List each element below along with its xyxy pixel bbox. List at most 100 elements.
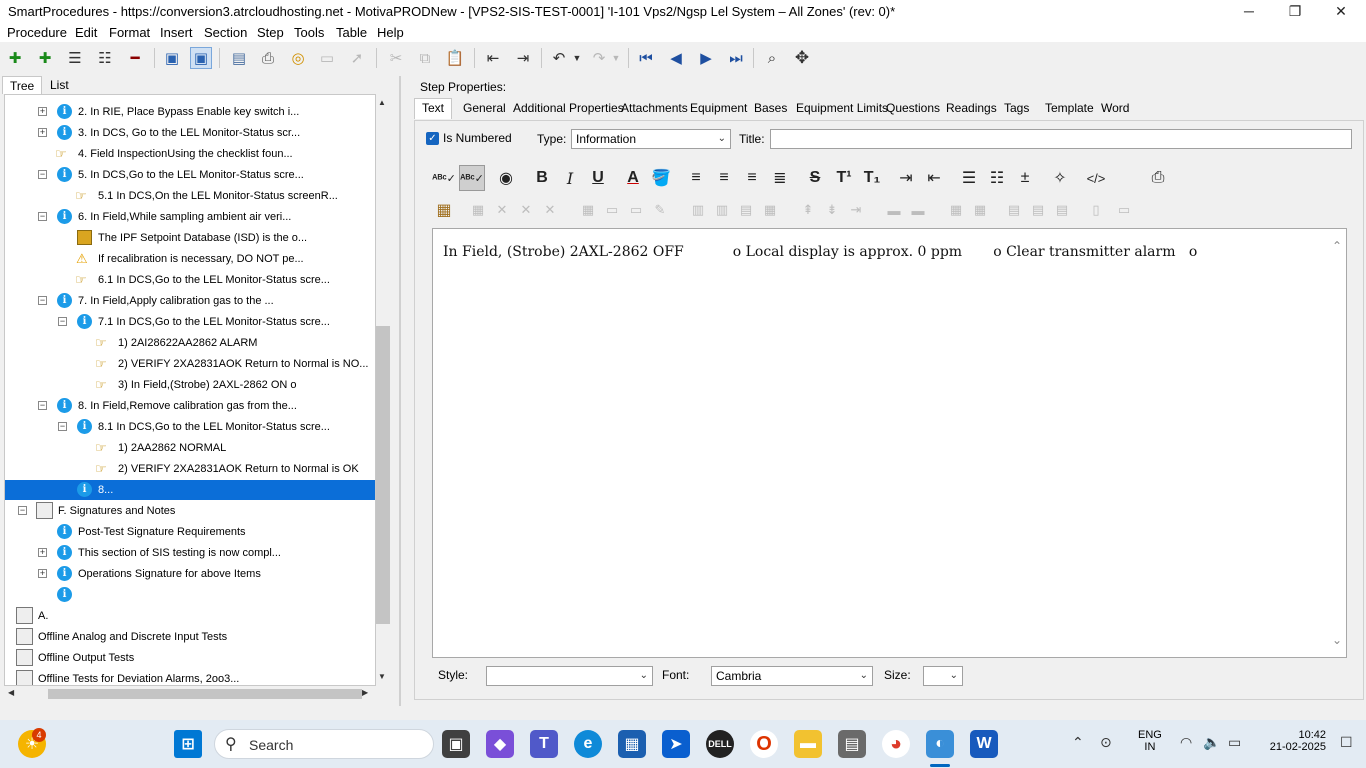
subscript-icon[interactable]: T₁ [859,165,885,191]
collapse-icon[interactable]: − [38,296,47,305]
justify-icon[interactable]: ≣ [767,165,793,191]
chevron-up-icon[interactable]: ⌃ [1072,734,1084,751]
menu-format[interactable]: Format [109,25,150,40]
last-icon[interactable]: ⏭ [725,47,747,69]
is-numbered-checkbox[interactable]: ✓ [426,132,439,145]
menu-step[interactable]: Step [257,25,284,40]
notifications-icon[interactable]: ☐ [1340,734,1353,751]
remote-app-icon[interactable]: ▤ [838,730,866,758]
paste-icon[interactable]: 📋 [444,47,466,69]
tree-row[interactable]: The IPF Setpoint Database (ISD) is the o… [5,228,375,248]
scroll-down-icon[interactable]: ⌄ [1332,633,1342,647]
table-tool-icon[interactable]: ▯ [1083,197,1109,223]
font-color-icon[interactable]: A [620,165,646,191]
next-icon[interactable]: ▶ [695,47,717,69]
tree-row[interactable]: − i 8.1 In DCS,Go to the LEL Monitor-Sta… [5,417,375,437]
menu-tools[interactable]: Tools [294,25,324,40]
collapse-icon[interactable]: − [38,401,47,410]
task-view-icon[interactable]: ▣ [442,730,470,758]
scroll-up-icon[interactable]: ▲ [378,98,386,107]
tree-row[interactable]: Offline Analog and Discrete Input Tests [5,627,375,647]
underline-icon[interactable]: U [585,165,611,191]
power-automate-icon[interactable]: ➤ [662,730,690,758]
tree-row[interactable]: Offline Output Tests [5,648,375,668]
collapse-icon[interactable]: − [38,170,47,179]
insert-line-icon[interactable]: ± [1012,165,1038,191]
tree-row[interactable]: ☞ 6.1 In DCS,Go to the LEL Monitor-Statu… [5,270,375,290]
indent-icon[interactable]: ⇥ [512,47,534,69]
expand-icon[interactable]: + [38,569,47,578]
decrease-indent-icon[interactable]: ⇤ [921,165,947,191]
tree-row[interactable]: − i 7.1 In DCS,Go to the LEL Monitor-Sta… [5,312,375,332]
tree-row[interactable]: i Post-Test Signature Requirements [5,522,375,542]
tab-text[interactable]: Text [414,98,453,119]
highlight-fill-icon[interactable]: 🪣 [648,165,674,191]
tree-row[interactable]: Offline Tests for Deviation Alarms, 2oo3… [5,669,375,685]
copilot-icon[interactable]: ◆ [486,730,514,758]
outdent-icon[interactable]: ⇤ [482,47,504,69]
tab-additional-properties[interactable]: Additional Properties [513,101,624,115]
superscript-icon[interactable]: T¹ [831,165,857,191]
splitter[interactable] [399,76,401,706]
refresh-icon[interactable]: ◎ [287,47,309,69]
font-select[interactable]: Cambria ⌄ [711,666,873,686]
outline-icon[interactable]: ☷ [94,47,116,69]
tree-row[interactable]: + i This section of SIS testing is now c… [5,543,375,563]
table-tool-icon[interactable]: ⇞ [795,197,821,223]
view-icon[interactable]: ▭ [316,47,338,69]
close-button[interactable]: ✕ [1318,0,1364,22]
table-tool-icon[interactable]: ▦ [575,197,601,223]
tree-row[interactable]: ☞ 1) 2AI28622AA2862 ALARM [5,333,375,353]
add-icon[interactable]: ✚ [4,47,26,69]
style-select[interactable]: ⌄ [486,666,653,686]
table-tool-icon[interactable]: ▥ [709,197,735,223]
rich-text-editor[interactable]: In Field, (Strobe) 2AXL-2862 OFF o Local… [432,228,1347,658]
table-tool-icon[interactable]: ✕ [513,197,539,223]
numbered-list-icon[interactable]: ☷ [984,165,1010,191]
edge-icon[interactable]: e [574,730,602,758]
publish-icon[interactable]: ▤ [228,47,250,69]
table-tool-icon[interactable]: ▬ [881,197,907,223]
language-indicator[interactable]: ENG IN [1138,729,1162,753]
wifi-icon[interactable]: ◠ [1180,734,1192,751]
undo-dropdown-icon[interactable]: ▼ [566,47,588,69]
tree-row[interactable]: − i 7. In Field,Apply calibration gas to… [5,291,375,311]
tree-row[interactable]: ☞ 4. Field InspectionUsing the checklist… [5,144,375,164]
menu-help[interactable]: Help [377,25,404,40]
smartprocedures-icon[interactable]: ◐ [926,730,954,758]
collapse-icon[interactable]: − [58,317,67,326]
add-child-icon[interactable]: ✚ [34,47,56,69]
table-tool-icon[interactable]: ▦ [943,197,969,223]
print-icon[interactable]: ⎙ [1145,165,1171,191]
scroll-down-icon[interactable]: ▼ [378,672,386,681]
align-center-icon[interactable]: ≡ [711,165,737,191]
tree-row[interactable]: + i 2. In RIE, Place Bypass Enable key s… [5,102,375,122]
table-tool-icon[interactable]: ▭ [623,197,649,223]
copy-icon[interactable]: ⧉ [414,47,436,69]
table-tool-icon[interactable]: ✎ [647,197,673,223]
table-tool-icon[interactable]: ▭ [1111,197,1137,223]
tab-equipment[interactable]: Equipment [690,101,747,115]
previous-icon[interactable]: ◀ [665,47,687,69]
tree-row[interactable]: i [5,585,375,605]
title-input[interactable] [770,129,1352,149]
tree-row[interactable]: ☞ 2) VERIFY 2XA2831AOK Return to Normal … [5,354,375,374]
align-left-icon[interactable]: ≡ [683,165,709,191]
scroll-thumb[interactable] [48,689,362,699]
tree-row[interactable]: − F. Signatures and Notes [5,501,375,521]
tree-row[interactable]: ☞ 3) In Field,(Strobe) 2AXL-2862 ON o [5,375,375,395]
tree-row[interactable]: − i 8. In Field,Remove calibration gas f… [5,396,375,416]
print-icon[interactable]: ⎙ [257,47,279,69]
search-box[interactable]: ⚲ Search [214,729,434,759]
first-icon[interactable]: ⏮ [635,47,657,69]
insert-table-icon[interactable]: ▦ [431,197,457,223]
tab-tags[interactable]: Tags [1004,101,1029,115]
save-all-icon[interactable]: ▣ [190,47,212,69]
scroll-left-icon[interactable]: ◀ [8,688,14,697]
table-tool-icon[interactable]: ▭ [599,197,625,223]
minimize-button[interactable]: ─ [1226,0,1272,22]
maximize-button[interactable]: ❐ [1272,0,1318,22]
battery-icon[interactable]: ▭ [1228,734,1241,751]
palette-icon[interactable]: ◉ [493,165,519,191]
find-icon[interactable]: ⌕ [761,47,783,69]
